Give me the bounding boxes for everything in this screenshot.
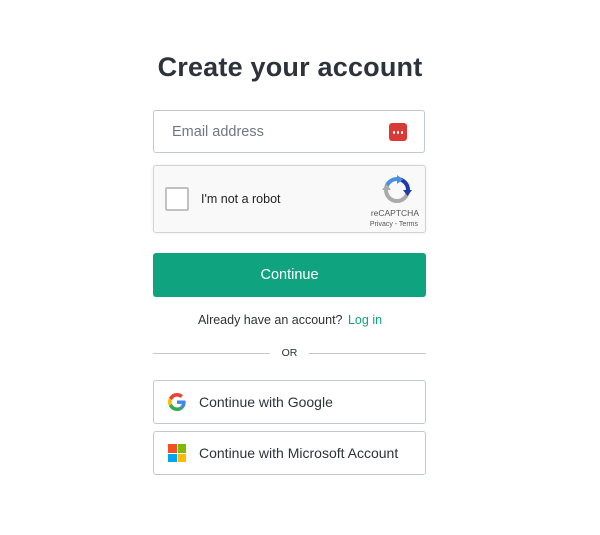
recaptcha-label: I'm not a robot (201, 192, 281, 206)
login-prompt: Already have an account? Log in (0, 313, 580, 327)
google-signin-label: Continue with Google (199, 394, 333, 410)
microsoft-icon (168, 444, 186, 462)
login-link[interactable]: Log in (348, 313, 382, 327)
google-icon (168, 393, 186, 411)
recaptcha-checkbox[interactable] (165, 187, 189, 211)
recaptcha-logo-icon (382, 175, 412, 203)
divider-line-right (309, 353, 426, 354)
microsoft-signin-label: Continue with Microsoft Account (199, 445, 399, 461)
password-manager-icon[interactable] (389, 123, 407, 141)
recaptcha-terms-link[interactable]: Privacy - Terms (370, 221, 418, 228)
recaptcha-brand: reCAPTCHA (370, 208, 419, 218)
page-title: Create your account (157, 52, 423, 82)
continue-button[interactable]: Continue (153, 253, 426, 297)
or-divider: OR (153, 346, 426, 360)
signup-page: Create your account I'm not a robot reCA… (0, 0, 600, 535)
google-signin-button[interactable]: Continue with Google (153, 380, 426, 424)
microsoft-signin-button[interactable]: Continue with Microsoft Account (153, 431, 426, 475)
login-prompt-text: Already have an account? (197, 313, 343, 327)
email-field[interactable] (153, 110, 425, 153)
email-input[interactable] (154, 111, 384, 152)
recaptcha-widget: I'm not a robot reCAPTCHA Privacy - Term… (153, 165, 426, 233)
